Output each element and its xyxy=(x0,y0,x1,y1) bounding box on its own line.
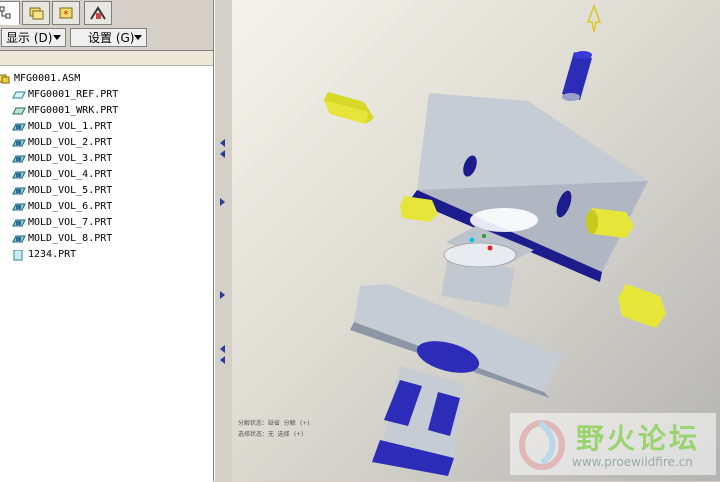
tree-item-label: MOLD_VOL_1.PRT xyxy=(28,121,113,132)
tree-item-label: MFG0001.ASM xyxy=(14,73,81,84)
connections-icon xyxy=(90,6,106,20)
mold-volume-icon xyxy=(12,234,26,243)
pull-direction-arrow-icon xyxy=(586,3,602,33)
model-tree: MFG0001.ASM MFG0001_REF.PRT MFG0001_WRK.PR… xyxy=(0,50,213,482)
part-icon xyxy=(12,249,24,261)
expand-right-icon[interactable] xyxy=(220,291,225,299)
tab-model-tree[interactable] xyxy=(0,1,20,25)
assembly-icon xyxy=(0,74,10,84)
mold-explode-view xyxy=(324,3,666,476)
tree-item-label: MOLD_VOL_4.PRT xyxy=(28,169,113,180)
mold-volume-icon xyxy=(12,138,26,147)
watermark-title: 野火论坛 xyxy=(576,422,701,455)
mold-volume-icon xyxy=(12,154,26,163)
tree-item-label: MFG0001_WRK.PRT xyxy=(28,105,119,116)
tree-item-label: MOLD_VOL_3.PRT xyxy=(28,153,113,164)
collapse-left-icon[interactable] xyxy=(220,356,225,364)
tree-menubar: 显示 (D) 设置 (G) xyxy=(0,27,213,49)
tree-column-header[interactable] xyxy=(0,51,213,66)
tab-folder-browser[interactable] xyxy=(22,1,50,25)
model-tree-icon xyxy=(0,6,11,19)
favorites-icon: * xyxy=(59,7,73,20)
mold-volume-icon xyxy=(12,186,26,195)
forum-watermark: 野火论坛 www.proewildfire.cn xyxy=(510,413,716,475)
mold-volume-icon xyxy=(12,122,26,131)
mold-volume-icon xyxy=(12,170,26,179)
model-tree-panel: * 显示 (D) 设置 (G) MFG0001.ASM MFG0001_REF.P… xyxy=(0,0,214,482)
graphics-viewport[interactable]: 分解状态：缺省 分解 (+) 选择状态：无 选择 (+) 野火论坛 www.pr… xyxy=(232,0,720,481)
chevron-down-icon xyxy=(53,35,61,40)
tree-item-label: MOLD_VOL_5.PRT xyxy=(28,185,113,196)
tab-connections[interactable] xyxy=(84,1,112,25)
navigator-tabs: * xyxy=(0,0,213,26)
core-plate xyxy=(350,284,562,398)
status-messages: 分解状态：缺省 分解 (+) 选择状态：无 选择 (+) xyxy=(238,418,310,440)
panel-splitter[interactable] xyxy=(214,0,233,481)
expand-right-icon[interactable] xyxy=(220,198,225,206)
tree-item-label: MOLD_VOL_8.PRT xyxy=(28,233,113,244)
explode-state-message: 分解状态：缺省 分解 (+) xyxy=(238,420,311,427)
mold-volume-icon xyxy=(12,218,26,227)
folder-browser-icon xyxy=(29,7,44,20)
tree-item-label: MOLD_VOL_6.PRT xyxy=(28,201,113,212)
collapse-left-icon[interactable] xyxy=(220,139,225,147)
tree-item-label: MOLD_VOL_2.PRT xyxy=(28,137,113,148)
selection-state-message: 选择状态：无 选择 (+) xyxy=(238,431,305,438)
tree-item-label: MFG0001_REF.PRT xyxy=(28,89,119,100)
reference-part-icon xyxy=(12,90,26,99)
lower-insert xyxy=(372,366,464,476)
settings-dropdown-label: 设置 (G) xyxy=(88,31,135,45)
watermark-url: www.proewildfire.cn xyxy=(572,455,693,469)
slider-block xyxy=(324,92,374,124)
tab-favorites[interactable]: * xyxy=(52,1,80,25)
collapse-left-icon[interactable] xyxy=(220,150,225,158)
tree-item-label: 1234.PRT xyxy=(28,249,77,260)
svg-text:*: * xyxy=(63,10,68,20)
mold-volume-icon xyxy=(12,202,26,211)
ejector-pin xyxy=(562,51,592,101)
workpiece-icon xyxy=(12,106,26,115)
flame-logo-icon xyxy=(519,420,565,470)
settings-dropdown[interactable]: 设置 (G) xyxy=(70,28,147,47)
show-dropdown[interactable]: 显示 (D) xyxy=(1,28,66,47)
tree-item-label: MOLD_VOL_7.PRT xyxy=(28,217,113,228)
show-dropdown-label: 显示 (D) xyxy=(6,31,53,45)
collapse-left-icon[interactable] xyxy=(220,345,225,353)
chevron-down-icon xyxy=(134,35,142,40)
